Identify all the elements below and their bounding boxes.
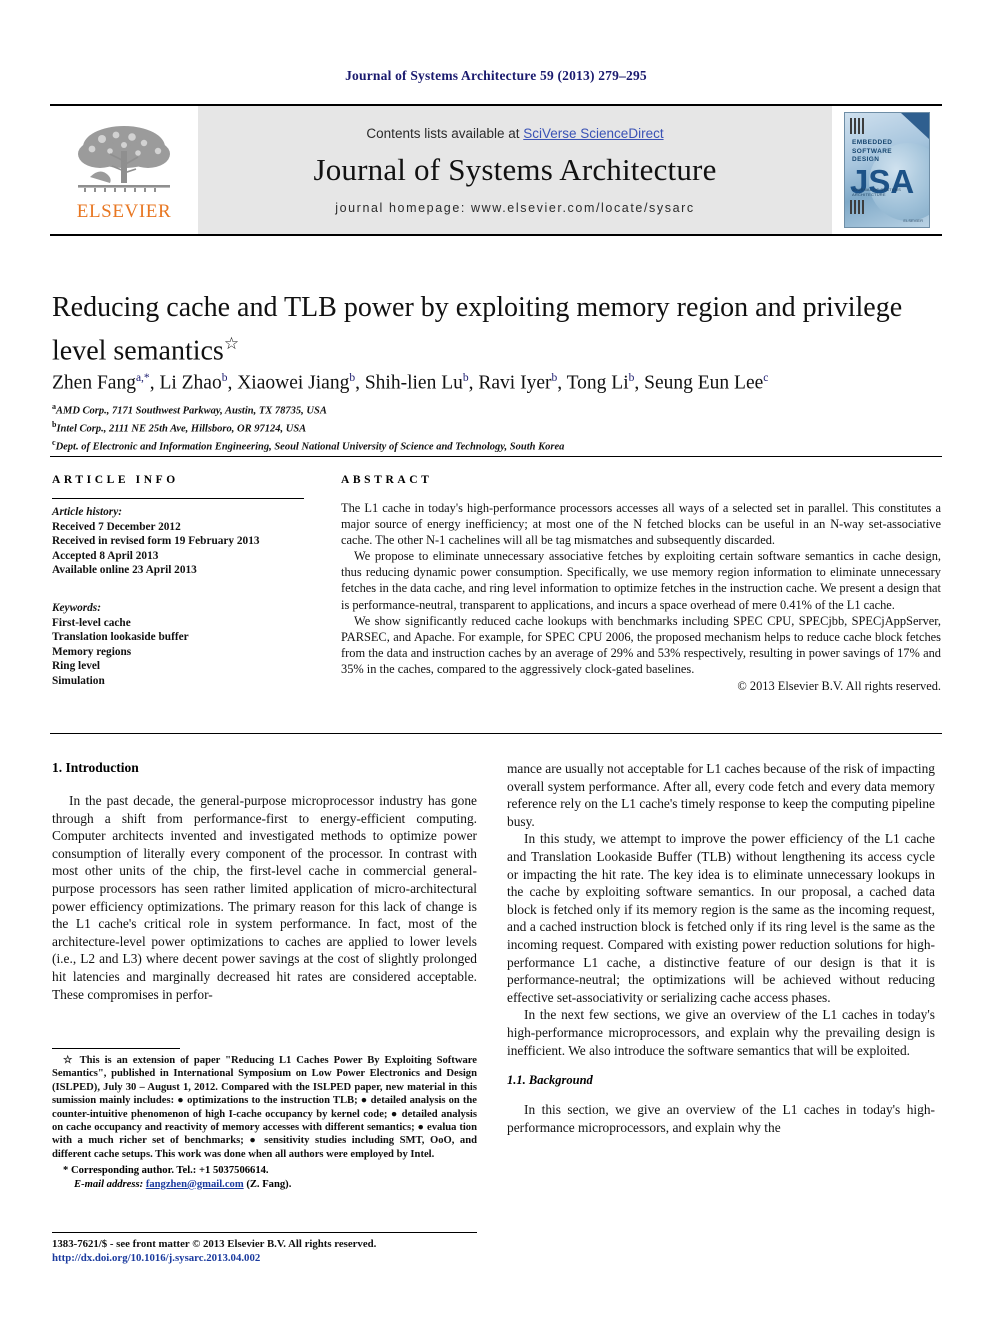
cover-elsevier-mark-icon: [850, 118, 864, 134]
issn-copyright-line: 1383-7621/$ - see front matter © 2013 El…: [52, 1238, 377, 1250]
keywords-block: Keywords: First-level cache Translation …: [52, 601, 304, 689]
keyword-item: Translation lookaside buffer: [52, 631, 189, 644]
cover-foot-mark: ELSEVIER: [903, 218, 923, 223]
info-divider: [52, 498, 304, 499]
body-column-right: mance are usually not acceptable for L1 …: [507, 760, 935, 1136]
footnote-corresponding-author: * Corresponding author. Tel.: +1 5037506…: [63, 1165, 269, 1177]
abstract-copyright: © 2013 Elsevier B.V. All rights reserved…: [737, 679, 941, 694]
journal-homepage-line[interactable]: journal homepage: www.elsevier.com/locat…: [335, 201, 695, 215]
elsevier-wordmark: ELSEVIER: [76, 201, 172, 222]
body-paragraph: In this study, we attempt to improve the…: [507, 831, 935, 1005]
cover-subtitle: EMBEDDED SOFTWARE DESIGN: [852, 139, 893, 163]
body-paragraph-continued: mance are usually not acceptable for L1 …: [507, 761, 935, 829]
keyword-item: First-level cache: [52, 616, 131, 629]
doi-link[interactable]: http://dx.doi.org/10.1016/j.sysarc.2013.…: [52, 1251, 552, 1265]
affiliation-text: Dept. of Electronic and Information Engi…: [55, 441, 565, 453]
affiliation-item: cDept. of Electronic and Information Eng…: [52, 436, 942, 454]
article-info-column: Article history: Received 7 December 201…: [52, 498, 304, 689]
history-item: Available online 23 April 2013: [52, 564, 197, 577]
article-history-label: Article history:: [52, 506, 122, 518]
sciencedirect-link[interactable]: SciVerse ScienceDirect: [523, 126, 663, 141]
elsevier-logo: ELSEVIER: [50, 106, 198, 234]
article-title-text: Reducing cache and TLB power by exploiti…: [52, 292, 903, 367]
affiliation-text: AMD Corp., 7171 Southwest Parkway, Austi…: [56, 405, 327, 417]
email-link[interactable]: fangzhen@gmail.com: [146, 1179, 244, 1190]
imprint-divider: [52, 1232, 477, 1233]
cover-elsevier-mark-bottom-icon: [850, 200, 864, 214]
affiliation-text: Intel Corp., 2111 NE 25th Ave, Hillsboro…: [56, 423, 307, 435]
keyword-item: Simulation: [52, 674, 105, 687]
imprint-block: 1383-7621/$ - see front matter © 2013 El…: [52, 1232, 552, 1265]
affiliation-list: aAMD Corp., 7171 Southwest Parkway, Aust…: [52, 400, 942, 454]
article-page: Journal of Systems Architecture 59 (2013…: [0, 0, 992, 1323]
journal-title: Journal of Systems Architecture: [313, 152, 717, 187]
journal-cover-thumbnail: EMBEDDED SOFTWARE DESIGN JSA JOURNAL OF SY…: [832, 106, 942, 234]
history-item: Received in revised form 19 February 201…: [52, 535, 260, 548]
cover-corner-graphic: [901, 113, 929, 139]
section-heading-introduction: 1. Introduction: [52, 760, 139, 775]
footnote-divider: [52, 1048, 180, 1049]
author-list: Zhen Fanga,*, Li Zhaob, Xiaowei Jiangb, …: [52, 372, 769, 394]
email-label: E-mail address:: [74, 1178, 144, 1190]
abstract-column: The L1 cache in today's high-performance…: [341, 500, 941, 694]
keyword-item: Memory regions: [52, 645, 132, 658]
body-paragraph: In the next few sections, we give an ove…: [507, 1007, 935, 1058]
footnote-star-note: ☆ This is an extension of paper "Reducin…: [52, 1055, 477, 1160]
history-item: Accepted 8 April 2013: [52, 549, 159, 562]
journal-masthead: ELSEVIER Contents lists available at Sci…: [50, 104, 942, 236]
running-head: Journal of Systems Architecture 59 (2013…: [345, 68, 647, 83]
abstract-paragraph: The L1 cache in today's high-performance…: [341, 501, 941, 548]
contents-available-line: Contents lists available at SciVerse Sci…: [366, 126, 663, 141]
contents-prefix: Contents lists available at: [366, 126, 524, 141]
page-title: Reducing cache and TLB power by exploiti…: [52, 290, 932, 369]
subsection-heading-background: 1.1. Background: [507, 1073, 593, 1088]
abstract-paragraph: We show significantly reduced cache look…: [341, 613, 941, 676]
title-footnote-marker: ☆: [223, 334, 240, 353]
body-column-left: 1. Introduction In the past decade, the …: [52, 760, 477, 1003]
affiliation-item: aAMD Corp., 7171 Southwest Parkway, Aust…: [52, 400, 942, 418]
affiliation-item: bIntel Corp., 2111 NE 25th Ave, Hillsbor…: [52, 418, 942, 436]
email-suffix: (Z. Fang).: [246, 1178, 292, 1190]
cover-tiny-line: JOURNAL OF SYSTEMS ARCHITECTURE: [852, 187, 902, 197]
footnote-email-line: E-mail address: fangzhen@gmail.com (Z. F…: [52, 1178, 477, 1191]
abstract-paragraph: We propose to eliminate unnecessary asso…: [341, 549, 941, 612]
keywords-label: Keywords:: [52, 601, 101, 614]
article-info-heading: ARTICLE INFO: [52, 474, 179, 486]
history-item: Received 7 December 2012: [52, 520, 181, 533]
body-paragraph: In this section, we give an overview of …: [507, 1102, 935, 1135]
body-paragraph: In the past decade, the general-purpose …: [52, 793, 477, 1002]
footnote-block: ☆ This is an extension of paper "Reducin…: [52, 1048, 477, 1191]
elsevier-tree-icon: [78, 126, 170, 192]
masthead-center: Contents lists available at SciVerse Sci…: [198, 106, 832, 234]
keyword-item: Ring level: [52, 660, 101, 673]
abstract-heading: ABSTRACT: [341, 474, 433, 486]
